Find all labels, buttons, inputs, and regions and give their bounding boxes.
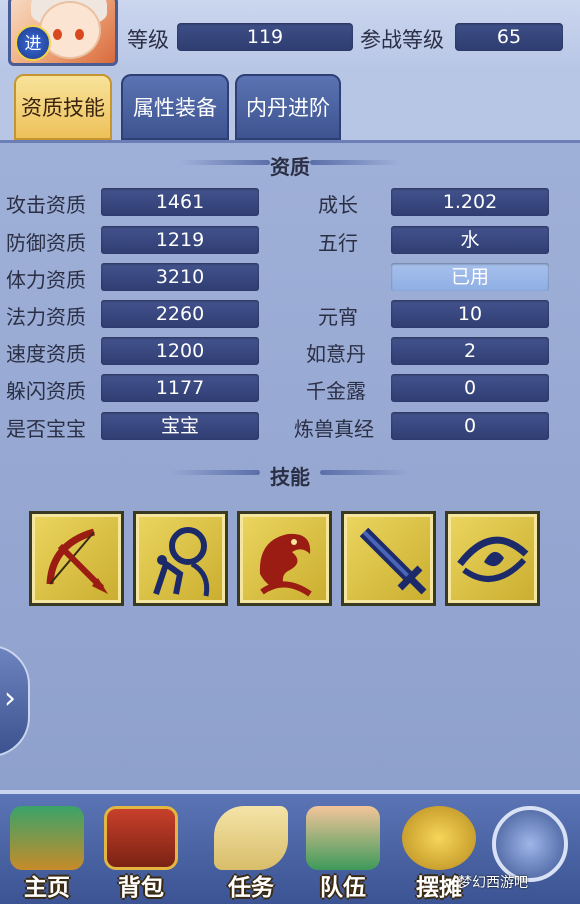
battle-level-label: 参战等级 [360, 28, 444, 52]
stat-value: 0 [391, 374, 549, 402]
avatar-eye [53, 29, 62, 40]
level-label: 等级 [127, 28, 169, 52]
scroll-icon [214, 806, 288, 870]
stat-label: 速度资质 [6, 342, 86, 366]
stat-label: 炼兽真经 [294, 417, 374, 441]
skills-title: 技能 [270, 465, 310, 489]
stat-label: 攻击资质 [6, 193, 86, 217]
stat-value: 1.202 [391, 188, 549, 216]
stat-value: 2 [391, 337, 549, 365]
stat-label: 如意丹 [306, 342, 366, 366]
nav-tasks[interactable]: 任务 [206, 800, 296, 901]
menu-round-button[interactable] [492, 806, 568, 882]
stat-value: 0 [391, 412, 549, 440]
stat-value: 1219 [101, 226, 259, 254]
nav-label: 队伍 [320, 875, 366, 901]
advance-badge[interactable]: 进 [15, 25, 51, 61]
nav-bag[interactable]: 背包 [96, 800, 186, 901]
stat-value: 1200 [101, 337, 259, 365]
level-value: 119 [177, 23, 353, 51]
tab-attributes-equipment[interactable]: 属性装备 [121, 74, 229, 140]
stat-value: 10 [391, 300, 549, 328]
pavilion-icon [10, 806, 84, 870]
stat-value: 1177 [101, 374, 259, 402]
used-status: 已用 [391, 263, 549, 291]
aptitude-title: 资质 [270, 155, 310, 179]
nav-label: 主页 [24, 875, 70, 901]
nav-team[interactable]: 队伍 [298, 800, 388, 901]
nav-home[interactable]: 主页 [2, 800, 92, 901]
stat-label: 防御资质 [6, 231, 86, 255]
stat-label: 躲闪资质 [6, 379, 86, 403]
stat-label: 体力资质 [6, 268, 86, 292]
stat-label: 是否宝宝 [6, 417, 86, 441]
bow-skill-icon[interactable] [29, 511, 124, 606]
stat-label: 元宵 [318, 305, 358, 329]
tab-inner-core[interactable]: 内丹进阶 [235, 74, 341, 140]
stat-value: 2260 [101, 300, 259, 328]
tab-aptitude-skills[interactable]: 资质技能 [14, 74, 112, 140]
eye-skill-icon[interactable] [445, 511, 540, 606]
nav-label: 背包 [118, 875, 164, 901]
stat-value: 3210 [101, 263, 259, 291]
stat-value: 宝宝 [101, 412, 259, 440]
sword-skill-icon[interactable] [341, 511, 436, 606]
team-icon [306, 806, 380, 870]
stat-label: 千金露 [306, 379, 366, 403]
nav-label: 任务 [228, 875, 274, 901]
figure-skill-icon[interactable] [133, 511, 228, 606]
avatar-eye [75, 29, 84, 40]
chevron-right-icon: › [4, 681, 16, 716]
stat-label: 五行 [318, 231, 358, 255]
stat-label: 成长 [318, 193, 358, 217]
coin-icon [402, 806, 476, 870]
stat-value: 水 [391, 226, 549, 254]
dragon-skill-icon[interactable] [237, 511, 332, 606]
pet-avatar[interactable]: 进 [8, 0, 118, 66]
watermark: 梦幻西游吧 [458, 875, 528, 891]
stat-value: 1461 [101, 188, 259, 216]
stat-label: 法力资质 [6, 305, 86, 329]
battle-level-value: 65 [455, 23, 563, 51]
treasure-chest-icon [104, 806, 178, 870]
